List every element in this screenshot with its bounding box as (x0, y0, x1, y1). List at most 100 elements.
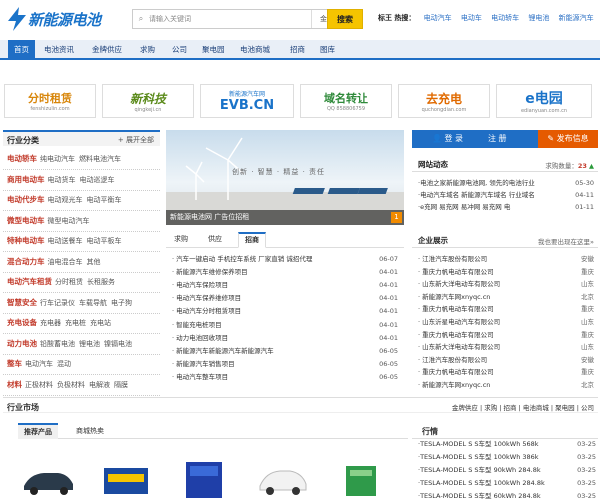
news-row[interactable]: · 动力电池回收项目 04-01 (172, 332, 398, 345)
quote-text[interactable]: ·TESLA-MODEL S S车型 90kWh 284.8k (418, 466, 541, 474)
category-sub-link[interactable]: 纯电动汽车 (40, 155, 75, 163)
tab-invest[interactable]: 招商 (238, 232, 266, 248)
quote-row[interactable]: ·TESLA-MODEL S S车型 90kWh 284.8k 03-25 (418, 464, 596, 477)
publish-button[interactable]: ✎ 发布信息 (538, 130, 598, 148)
news-title[interactable]: 新能源汽车新能源汽车新能源汽车 (176, 347, 274, 355)
enterprise-row[interactable]: · 新能源汽车网xnyqc.cn 北京 (418, 379, 594, 392)
news-row[interactable]: · 智能充电桩项目 04-01 (172, 319, 398, 332)
nav-item-invest[interactable]: 招商 (290, 40, 305, 60)
expand-all-link[interactable]: + 展开全部 (118, 135, 154, 145)
quote-text[interactable]: ·TESLA-MODEL S S车型 100kWh 386k (418, 453, 539, 461)
news-title[interactable]: 动力电池回收项目 (176, 334, 228, 342)
product-image[interactable] (254, 456, 310, 500)
category-sub-link[interactable]: 其他 (87, 258, 101, 266)
login-button[interactable]: 👤 登 录 (432, 132, 463, 146)
category-name[interactable]: 微型电动车 (7, 216, 45, 225)
category-name[interactable]: 商用电动车 (7, 175, 45, 184)
nav-item-news[interactable]: 电池资讯 (44, 40, 74, 60)
site-news-text[interactable]: ·电动汽车域名 新能源汽车域名 行业域名 (418, 191, 535, 199)
category-sub-link[interactable]: 电动巡逻车 (80, 176, 115, 184)
ad-logo-domain[interactable]: 域名转让 QQ 858806759 (300, 84, 392, 118)
enterprise-name[interactable]: 新能源汽车网xnyqc.cn (422, 381, 490, 389)
news-title[interactable]: 电动汽车整车项目 (176, 373, 228, 381)
category-sub-link[interactable]: 行车记录仪 (40, 299, 75, 307)
nav-item-mall[interactable]: 电池商城 (240, 40, 270, 60)
enterprise-row[interactable]: · 重庆力帆电动车有限公司 重庆 (418, 266, 594, 279)
quote-text[interactable]: ·TESLA-MODEL S S车型 60kWh 284.8k (418, 492, 541, 500)
hot-term[interactable]: 电动轿车 (491, 14, 519, 22)
nav-item-buy[interactable]: 求购 (140, 40, 155, 60)
category-sub-link[interactable]: 电解液 (89, 381, 110, 389)
banner-page-number[interactable]: 1 (391, 212, 402, 223)
product-image[interactable] (176, 456, 232, 500)
news-title[interactable]: 新能源汽车销售项目 (176, 360, 235, 368)
news-title[interactable]: 新能源汽车维修保养项目 (176, 268, 248, 276)
category-sub-link[interactable]: 镍镉电池 (104, 340, 132, 348)
category-sub-link[interactable]: 长租服务 (87, 278, 115, 286)
enterprise-name[interactable]: 重庆力帆电动车有限公司 (422, 305, 494, 313)
category-sub-link[interactable]: 电动汽车 (25, 360, 53, 368)
quote-row[interactable]: ·TESLA-MODEL S S车型 100kWh 386k 03-25 (418, 451, 596, 464)
news-row[interactable]: · 电动汽车保养维修项目 04-01 (172, 292, 398, 305)
ad-logo-quchongdian[interactable]: 去充电 quchongdian.com (398, 84, 490, 118)
news-row[interactable]: · 汽车一键启动 手机控车系统 厂家直销 诚招代理 06-07 (172, 253, 398, 266)
product-image[interactable] (98, 456, 154, 500)
enterprise-row[interactable]: · 重庆力帆电动车有限公司 重庆 (418, 329, 594, 342)
nav-item-gold-supply[interactable]: 金牌供应 (92, 40, 122, 60)
quote-row[interactable]: ·TESLA-MODEL S S车型 100kWh 284.8k 03-25 (418, 477, 596, 490)
quote-text[interactable]: ·TESLA-MODEL S S车型 100kWh 284.8k (418, 479, 545, 487)
category-sub-link[interactable]: 铅酸蓄电池 (40, 340, 75, 348)
site-news-text[interactable]: ·电池之家新能源电池网, 领先的电池行业 (418, 179, 535, 187)
category-sub-link[interactable]: 电动平板车 (87, 237, 122, 245)
enterprise-name[interactable]: 重庆力帆电动车有限公司 (422, 368, 494, 376)
news-title[interactable]: 电动汽车分时租赁项目 (176, 307, 241, 315)
news-row[interactable]: · 电动汽车保险项目 04-01 (172, 279, 398, 292)
enterprise-join-link[interactable]: 我也要出现在这里» (538, 236, 594, 246)
category-sub-link[interactable]: 锂电池 (79, 340, 100, 348)
category-sub-link[interactable]: 充电站 (90, 319, 111, 327)
category-sub-link[interactable]: 分时租赁 (55, 278, 83, 286)
hot-term[interactable]: 电动汽车 (424, 14, 452, 22)
category-name[interactable]: 电动汽车租赁 (7, 277, 52, 286)
banner-caption[interactable]: 新能源电池网 广告位招租 1 (166, 210, 404, 225)
category-sub-link[interactable]: 油电混合车 (48, 258, 83, 266)
tab-mall-hot[interactable]: 商城热卖 (70, 423, 110, 439)
category-sub-link[interactable]: 微型电动汽车 (48, 217, 90, 225)
hot-term[interactable]: 新能源汽车 (559, 14, 594, 22)
ad-logo-xinkeji[interactable]: 新科技 qingkeji.cn (102, 84, 194, 118)
category-sub-link[interactable]: 电子狗 (111, 299, 132, 307)
category-sub-link[interactable]: 电动送餐车 (48, 237, 83, 245)
category-name[interactable]: 电动轿车 (7, 154, 37, 163)
category-sub-link[interactable]: 电动平衡车 (87, 196, 122, 204)
enterprise-row[interactable]: · 重庆力帆电动车有限公司 重庆 (418, 366, 594, 379)
site-news-row[interactable]: ·电池之家新能源电池网, 领先的电池行业 05-30 (418, 177, 594, 189)
enterprise-name[interactable]: 江淮汽车股份有限公司 (422, 255, 487, 263)
category-name[interactable]: 充电设备 (7, 318, 37, 327)
ad-logo-evb[interactable]: 新能源汽车网 EVB.CN (200, 84, 294, 118)
search-input[interactable]: 请输入关键词 (149, 14, 311, 24)
news-row[interactable]: · 新能源汽车维修保养项目 04-01 (172, 266, 398, 279)
category-name[interactable]: 特种电动车 (7, 236, 45, 245)
quote-row[interactable]: ·TESLA-MODEL S S车型 60kWh 284.8k 03-25 (418, 490, 596, 503)
hot-term[interactable]: 锂电池 (528, 14, 549, 22)
category-sub-link[interactable]: 充电器 (40, 319, 61, 327)
category-name[interactable]: 整车 (7, 359, 22, 368)
market-links[interactable]: 金牌供应 | 求购 | 招商 | 电池商城 | 聚电园 | 公司 (452, 402, 594, 412)
nav-item-gallery[interactable]: 图库 (320, 40, 335, 60)
category-name[interactable]: 材料 (7, 380, 22, 389)
category-sub-link[interactable]: 燃料电池汽车 (79, 155, 121, 163)
product-image[interactable] (332, 456, 388, 500)
category-sub-link[interactable]: 混动 (57, 360, 71, 368)
enterprise-row[interactable]: · 江淮汽车股份有限公司 安徽 (418, 253, 594, 266)
news-title[interactable]: 汽车一键启动 手机控车系统 厂家直销 诚招代理 (176, 255, 312, 263)
site-news-text[interactable]: ·e充网 易充网 易冲网 易充网 电 (418, 203, 510, 211)
nav-item-home[interactable]: 首页 (8, 40, 35, 60)
enterprise-row[interactable]: · 山东新大洋电动车有限公司 山东 (418, 278, 594, 291)
category-name[interactable]: 动力电池 (7, 339, 37, 348)
news-title[interactable]: 电动汽车保险项目 (176, 281, 228, 289)
category-sub-link[interactable]: 负极材料 (57, 381, 85, 389)
enterprise-row[interactable]: · 山东新大洋电动车有限公司 山东 (418, 341, 594, 354)
category-name[interactable]: 智慧安全 (7, 298, 37, 307)
category-sub-link[interactable]: 隔膜 (114, 381, 128, 389)
enterprise-name[interactable]: 江淮汽车股份有限公司 (422, 356, 487, 364)
